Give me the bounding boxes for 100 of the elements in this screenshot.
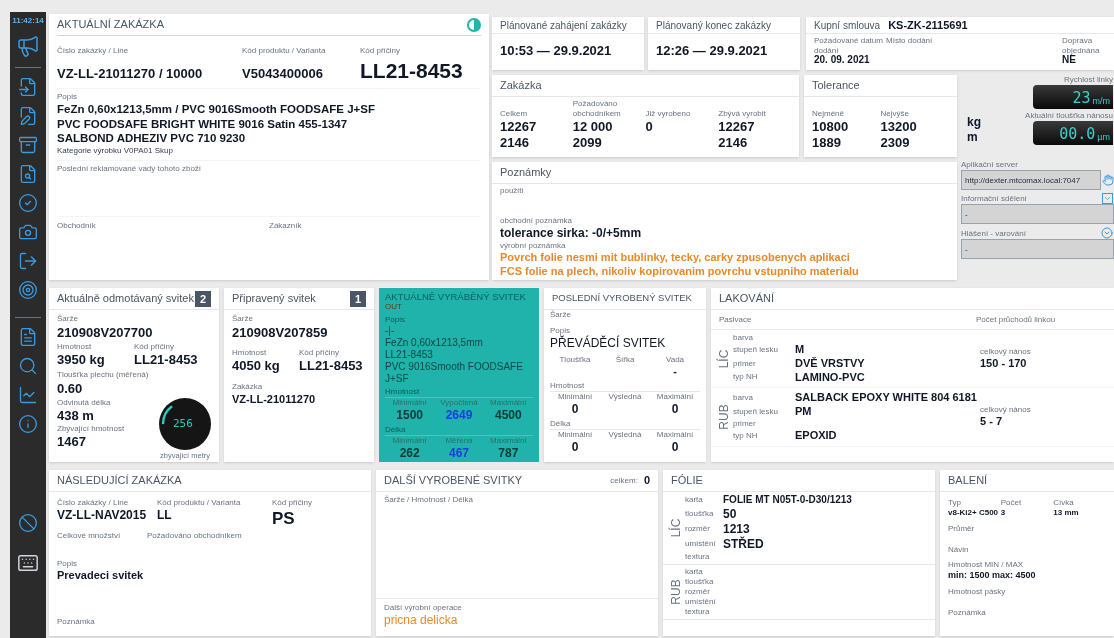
field-label: Tloušťka — [559, 355, 591, 365]
file-search-icon[interactable] — [18, 164, 38, 184]
field-label: typ NH — [733, 430, 759, 441]
field-value: pricna delicka — [384, 613, 459, 628]
field-value: NE — [1062, 54, 1076, 67]
chevron-down-icon[interactable] — [1102, 193, 1113, 204]
field-value: DVĚ VRSTVY — [795, 356, 866, 371]
file-import-icon[interactable] — [18, 77, 38, 97]
chevron-down-icon[interactable] — [1101, 227, 1113, 239]
field-label: barva — [733, 393, 754, 404]
clock-time: 11:42:14 — [12, 17, 44, 25]
field-value: 50 — [723, 506, 738, 522]
field-label: Cívka — [1053, 498, 1075, 508]
field-label: karta — [685, 566, 704, 577]
panel-title: LAKOVÁNÍ — [719, 291, 775, 307]
field-value: 2099 — [572, 135, 603, 152]
field-label: stupeň lesku — [733, 344, 779, 355]
field-label: Hlášení - varování — [961, 229, 1026, 239]
field-value: 1467 — [57, 434, 87, 451]
field-label: Poznámka — [57, 616, 96, 627]
field-label: Minimální — [557, 391, 593, 402]
field-value: EPOXID — [795, 428, 838, 443]
field-value: Prevadeci svitek — [57, 569, 145, 583]
field-value: 12267 — [500, 119, 538, 136]
field-label: rozměr — [685, 586, 711, 597]
cancel-icon[interactable] — [18, 513, 38, 533]
field-label: Průměr — [948, 523, 976, 534]
field-value: 467 — [448, 445, 469, 461]
panel-title: FÓLIE — [671, 473, 703, 489]
panel-title: Plánované zahájení zakázky — [492, 17, 644, 34]
text-field[interactable]: - — [961, 204, 1114, 224]
panel-title: AKTUÁLNĚ VYRÁBĚNÝ SVITEK — [385, 291, 527, 303]
total-label: celkem: — [610, 474, 638, 487]
field-label: Již vyrobeno — [645, 108, 692, 119]
field-value: LAMINO-PVC — [795, 370, 866, 385]
field-value: SALBACK EPOXY WHITE 804 6181 — [795, 391, 978, 405]
field-value: 210908V207700 — [57, 325, 154, 342]
field-label: Kód produktu / Varianta — [242, 46, 327, 56]
field-label: Hmotnost — [385, 385, 421, 397]
keyboard-icon[interactable] — [17, 552, 39, 574]
field-value: STŘED — [723, 536, 765, 552]
chart-icon[interactable] — [18, 385, 38, 405]
field-label: Rychlost linky — [1064, 75, 1113, 85]
field-value: PŘEVÁDĚCÍ SVITEK — [550, 336, 667, 351]
field-value: 2146 — [718, 135, 749, 152]
field-label: Celkové množství — [57, 531, 122, 542]
target-icon[interactable] — [18, 280, 38, 300]
field-label: Počet — [1000, 498, 1023, 508]
field-value: V5043400006 — [242, 66, 324, 83]
field-value: LL21-8453 — [299, 358, 364, 375]
document-icon[interactable] — [18, 327, 38, 347]
field-value: 3950 kg — [57, 352, 106, 369]
field-label: tloušťka — [685, 509, 715, 519]
field-label: Šarže / Hmotnost / Délka — [384, 495, 474, 505]
field-label: Šířka — [615, 355, 635, 365]
field-label: použití — [500, 186, 525, 197]
search-icon[interactable] — [18, 356, 38, 376]
description-line: FeZn 0,60x1213,5mm — [385, 336, 484, 349]
field-label: Popis — [385, 313, 406, 325]
file-edit-icon[interactable] — [18, 106, 38, 126]
field-label: Zbývá vyrobit — [718, 108, 767, 119]
field-label: Místo dodání — [886, 36, 934, 47]
field-label: Zbývající hmotnost — [57, 424, 126, 434]
side-label: LÍC — [715, 349, 732, 368]
field-value: M — [795, 343, 806, 357]
field-value: 0 — [671, 439, 679, 455]
field-label: Nejvýše — [880, 108, 910, 119]
field-label: Kód příčiny — [134, 342, 176, 353]
field-value: 13200 — [880, 119, 918, 136]
text-field[interactable]: - — [961, 239, 1114, 259]
field-label: Požadováno obchodníkem — [147, 531, 243, 542]
field-value: 5 - 7 — [980, 415, 1003, 429]
side-label: RUB — [716, 404, 732, 430]
half-circle-icon[interactable] — [467, 17, 481, 32]
field-label: Výsledná — [608, 391, 642, 402]
field-value: 1213 — [723, 521, 751, 536]
field-label: Poznámka — [948, 607, 987, 618]
megaphone-icon[interactable] — [16, 34, 40, 58]
field-value: 0.60 — [57, 380, 84, 397]
field-value: 0 — [645, 119, 654, 136]
check-circle-icon[interactable] — [18, 193, 38, 213]
text-field[interactable]: http://dexter.mtcomax.local:7047 — [961, 170, 1101, 190]
field-value: 4500 — [494, 407, 522, 423]
exit-icon[interactable] — [18, 251, 38, 271]
field-label: umístění — [685, 539, 717, 549]
field-label: celkový nános — [980, 346, 1032, 357]
field-value: kg — [967, 115, 982, 130]
field-label: Kód příčiny — [360, 46, 402, 56]
camera-icon[interactable] — [18, 222, 38, 242]
field-label: Měřená — [445, 435, 473, 446]
field-value: LL — [157, 508, 173, 523]
archive-icon[interactable] — [18, 135, 38, 155]
contract-number: KS-ZK-2115691 — [888, 17, 968, 33]
panel-title: Připravený svitek — [232, 291, 316, 307]
field-label: Požadované datum dodání — [814, 36, 884, 54]
info-icon[interactable] — [18, 414, 38, 434]
field-value: 2649 — [445, 407, 473, 423]
field-value: FOLIE MT N05T-0-D30/1213 — [723, 494, 852, 507]
panel-title: Kupní smlouva — [814, 18, 881, 33]
field-label: Výsledná — [608, 429, 642, 440]
